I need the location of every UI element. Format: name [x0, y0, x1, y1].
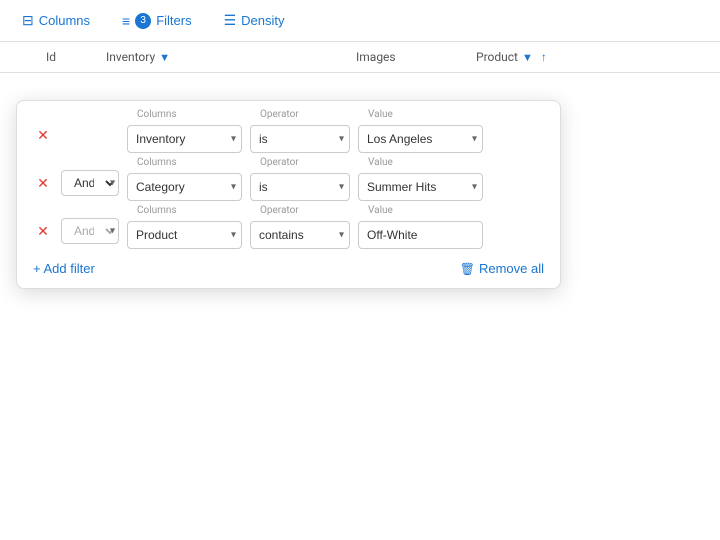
- add-filter-label: + Add filter: [33, 261, 95, 276]
- columns-button[interactable]: ⊟ Columns: [16, 8, 96, 33]
- filter-row-3: ✕ And Or ▾ Columns Product ▾: [33, 213, 544, 249]
- filter-1-columns-wrapper: Inventory ▾: [127, 125, 242, 153]
- col-header-inventory: Inventory ▼: [106, 50, 236, 64]
- col-header-product: Product ▼ ↑: [476, 50, 606, 64]
- filter-2-value-group: Value Summer Hits ▾: [358, 165, 483, 201]
- density-icon: ☰: [224, 12, 237, 29]
- delete-filter-2-button[interactable]: ✕: [33, 175, 53, 192]
- delete-filter-3-button[interactable]: ✕: [33, 223, 53, 240]
- filter-1-operator-group: Operator is ▾: [250, 117, 350, 153]
- columns-label: Columns: [39, 13, 90, 28]
- inventory-filter-icon: ▼: [159, 51, 170, 64]
- filter-3-logic-select[interactable]: And Or: [61, 218, 119, 244]
- filter-3-columns-wrapper: Product ▾: [127, 221, 242, 249]
- filter-3-operator-wrapper: contains ▾: [250, 221, 350, 249]
- col-header-images: Images: [356, 50, 476, 64]
- filter-1-operator-wrapper: is ▾: [250, 125, 350, 153]
- product-filter-icon: ▼: [522, 51, 533, 64]
- filter-3-value-input[interactable]: [358, 221, 483, 249]
- filter-1-value-select[interactable]: Los Angeles: [358, 125, 483, 153]
- filter-actions: + Add filter 🗑 Remove all: [33, 261, 544, 276]
- filter-3-logic-wrapper: And Or ▾: [61, 218, 119, 244]
- filter-2-value-select[interactable]: Summer Hits: [358, 173, 483, 201]
- remove-all-button[interactable]: 🗑 Remove all: [460, 261, 544, 276]
- filter-3-columns-group: Columns Product ▾: [127, 213, 242, 249]
- filter-3-columns-select[interactable]: Product: [127, 221, 242, 249]
- col-header-id: Id: [46, 50, 106, 64]
- filter-2-operator-group: Operator is ▾: [250, 165, 350, 201]
- filter-3-operator-group: Operator contains ▾: [250, 213, 350, 249]
- density-label: Density: [241, 13, 284, 28]
- filter-2-logic-wrapper: And Or ▾: [61, 170, 119, 196]
- filter-row-1: ✕ Columns Inventory ▾ Operator is: [33, 117, 544, 153]
- filters-label: Filters: [156, 13, 191, 28]
- filter-1-columns-label: Columns: [135, 109, 179, 120]
- filter-3-operator-select[interactable]: contains: [250, 221, 350, 249]
- trash-icon: 🗑: [460, 262, 475, 276]
- filter-2-logic-select[interactable]: And Or: [61, 170, 119, 196]
- density-button[interactable]: ☰ Density: [218, 8, 291, 33]
- columns-icon: ⊟: [22, 12, 34, 29]
- filter-1-operator-select[interactable]: is: [250, 125, 350, 153]
- filter-3-value-label: Value: [366, 205, 395, 216]
- filter-3-operator-label: Operator: [258, 205, 301, 216]
- toolbar: ⊟ Columns ≡ 3 Filters ☰ Density: [0, 0, 720, 42]
- filter-2-operator-select[interactable]: is: [250, 173, 350, 201]
- filter-2-value-wrapper: Summer Hits ▾: [358, 173, 483, 201]
- filter-1-value-wrapper: Los Angeles ▾: [358, 125, 483, 153]
- remove-all-label: Remove all: [479, 261, 544, 276]
- filter-3-value-group: Value: [358, 213, 483, 249]
- filter-icon: ≡: [122, 13, 130, 29]
- filter-2-columns-label: Columns: [135, 157, 179, 168]
- filter-2-value-label: Value: [366, 157, 395, 168]
- filter-2-operator-wrapper: is ▾: [250, 173, 350, 201]
- add-filter-button[interactable]: + Add filter: [33, 261, 95, 276]
- filter-1-value-group: Value Los Angeles ▾: [358, 117, 483, 153]
- table-column-headers: Id Inventory ▼ Images Product ▼ ↑: [0, 42, 720, 73]
- page-wrapper: ⊟ Columns ≡ 3 Filters ☰ Density Id Inven…: [0, 0, 720, 540]
- filter-1-columns-select[interactable]: Inventory: [127, 125, 242, 153]
- filter-2-columns-wrapper: Category ▾: [127, 173, 242, 201]
- filter-1-value-label: Value: [366, 109, 395, 120]
- filters-badge: 3: [135, 13, 151, 29]
- filter-2-columns-select[interactable]: Category: [127, 173, 242, 201]
- filter-2-operator-label: Operator: [258, 157, 301, 168]
- delete-filter-1-button[interactable]: ✕: [33, 127, 53, 144]
- filters-button[interactable]: ≡ 3 Filters: [116, 9, 198, 33]
- filter-3-columns-label: Columns: [135, 205, 179, 216]
- filter-popup: ✕ Columns Inventory ▾ Operator is: [16, 100, 561, 289]
- filter-2-columns-group: Columns Category ▾: [127, 165, 242, 201]
- filter-1-columns-group: Columns Inventory ▾: [127, 117, 242, 153]
- filter-row-2: ✕ And Or ▾ Columns Category ▾: [33, 165, 544, 201]
- product-sort-icon: ↑: [541, 50, 547, 64]
- filter-1-operator-label: Operator: [258, 109, 301, 120]
- filter-3-value-wrapper: [358, 221, 483, 249]
